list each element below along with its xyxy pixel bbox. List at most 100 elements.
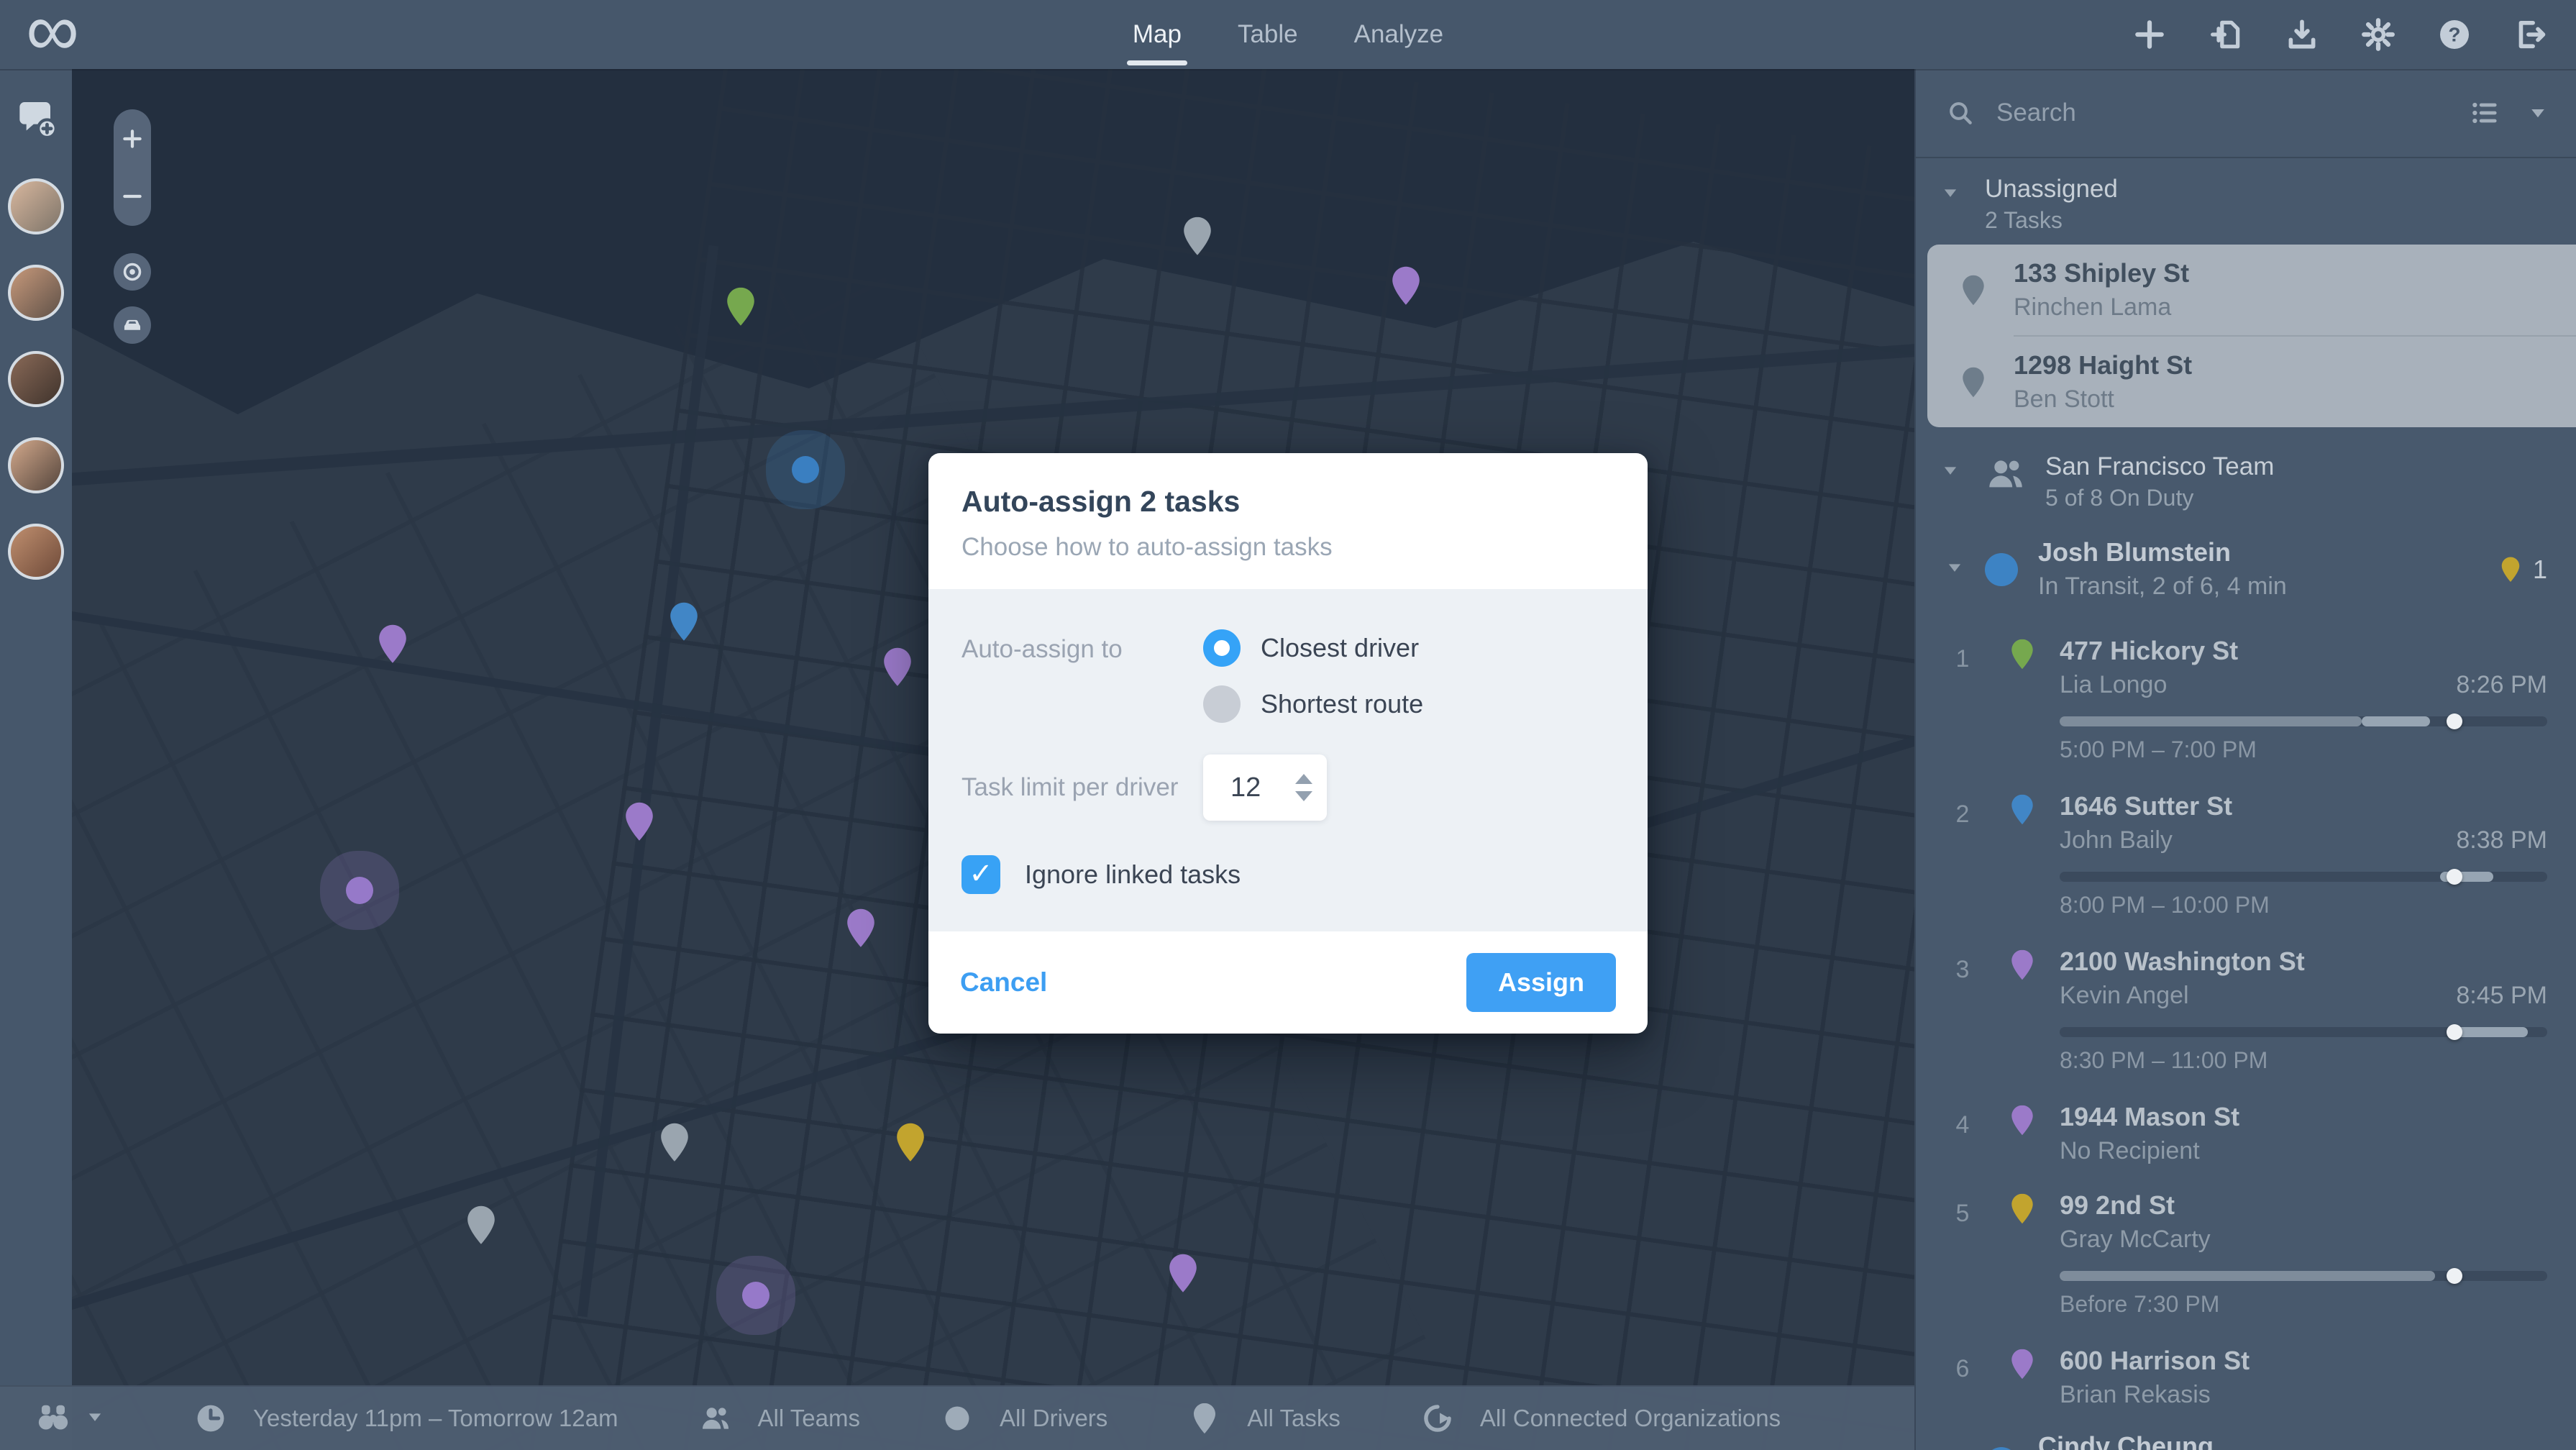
task-pin-marker[interactable] — [844, 908, 877, 949]
task-progress-bar[interactable] — [2060, 1024, 2547, 1040]
task-pin-marker[interactable] — [667, 601, 700, 642]
route-task-row[interactable]: 3 2100 Washington St Kevin Angel 8:45 PM 8:3… — [1916, 929, 2576, 1084]
driver-marker[interactable] — [791, 455, 819, 483]
list-view-controls — [2470, 97, 2549, 129]
driver-avatar[interactable] — [8, 437, 64, 493]
driver-avatar[interactable] — [8, 524, 64, 580]
filter-items: Yesterday 11pm – Tomorrow 12am All Teams A… — [194, 1402, 1781, 1435]
route-task-row[interactable]: 2 1646 Sutter St John Baily 8:38 PM 8:00 PM … — [1916, 773, 2576, 929]
driver-avatar[interactable] — [8, 265, 64, 321]
task-address: 600 Harrison St — [2060, 1346, 2250, 1375]
task-pin-marker[interactable] — [724, 286, 757, 328]
task-pin-marker[interactable] — [894, 1121, 927, 1163]
radio-selected-icon[interactable] — [1203, 629, 1241, 667]
collapse-caret-icon[interactable] — [1945, 557, 1965, 578]
import-icon[interactable] — [2208, 17, 2244, 53]
task-limit-input[interactable] — [1229, 771, 1282, 804]
view-filter-control[interactable] — [35, 1398, 105, 1439]
download-icon[interactable] — [2284, 17, 2320, 53]
sidebar-search-row — [1916, 69, 2576, 158]
zoom-in-button[interactable] — [120, 127, 145, 151]
driver-name: Cindy Cheung — [2038, 1431, 2214, 1450]
route-task-row[interactable]: 5 99 2nd St Gray McCarty Before 7:30 PM — [1916, 1172, 2576, 1328]
task-count-badge: 1 — [2500, 555, 2547, 585]
stepper-down-icon[interactable] — [1295, 791, 1312, 801]
tab-map[interactable]: Map — [1126, 0, 1188, 69]
selected-task-group[interactable]: 133 Shipley St Rinchen Lama 1298 Haight St… — [1927, 245, 2576, 427]
task-pin-marker[interactable] — [1389, 265, 1422, 307]
search-input[interactable] — [1995, 98, 2449, 128]
task-pin-marker[interactable] — [881, 647, 914, 688]
dialog-header: Auto-assign 2 tasks Choose how to auto-a… — [928, 453, 1648, 589]
driver-avatar[interactable] — [8, 351, 64, 407]
driver-marker[interactable] — [741, 1281, 769, 1309]
svg-text:?: ? — [2448, 24, 2460, 46]
collapse-caret-icon[interactable] — [1940, 460, 1960, 480]
team-header[interactable]: San Francisco Team 5 of 8 On Duty — [1916, 427, 2576, 522]
stepper-arrows[interactable] — [1295, 774, 1312, 801]
team-title: San Francisco Team — [2045, 452, 2275, 480]
group-header-unassigned[interactable]: Unassigned 2 Tasks — [1916, 158, 2576, 245]
progress-handle[interactable] — [2447, 1268, 2463, 1284]
chevron-down-icon[interactable] — [2527, 102, 2549, 124]
task-pin-marker[interactable] — [1181, 216, 1214, 257]
tab-analyze[interactable]: Analyze — [1354, 0, 1444, 69]
task-pin-marker[interactable] — [658, 1121, 691, 1163]
unassigned-task-row[interactable]: 133 Shipley St Rinchen Lama — [1927, 245, 2576, 335]
drivers-icon — [941, 1402, 974, 1435]
task-pin-marker[interactable] — [465, 1204, 498, 1246]
driver-marker[interactable] — [345, 877, 373, 905]
tab-table[interactable]: Table — [1238, 0, 1298, 69]
task-recipient: Rinchen Lama — [2014, 293, 2172, 321]
task-sequence-number: 6 — [1955, 1355, 1970, 1382]
task-pin-icon — [1960, 274, 1986, 306]
checkbox-checked-icon[interactable] — [962, 854, 1000, 894]
option-label: Shortest route — [1261, 689, 1424, 719]
filter-tasks[interactable]: All Tasks — [1188, 1402, 1340, 1435]
collapse-caret-icon[interactable] — [1940, 183, 1960, 203]
sign-out-icon[interactable] — [2513, 17, 2549, 53]
driver-avatar[interactable] — [8, 178, 64, 234]
radio-unselected-icon[interactable] — [1203, 685, 1241, 723]
filter-org[interactable]: All Connected Organizations — [1421, 1402, 1781, 1435]
progress-handle[interactable] — [2447, 1024, 2463, 1040]
assign-button[interactable]: Assign — [1466, 953, 1616, 1012]
option-closest-driver[interactable]: Closest driver — [1203, 629, 1423, 667]
route-task-row[interactable]: 6 600 Harrison St Brian Rekasis — [1916, 1328, 2576, 1416]
task-limit-label: Task limit per driver — [962, 773, 1179, 801]
cancel-button[interactable]: Cancel — [960, 967, 1047, 998]
driver-row[interactable]: Josh Blumstein In Transit, 2 of 6, 4 min 1 — [1916, 522, 2576, 618]
task-recipient: Gray McCarty — [2060, 1226, 2211, 1253]
locate-button[interactable] — [114, 253, 151, 291]
task-recipient: Kevin Angel — [2060, 982, 2189, 1009]
route-task-row[interactable]: 1 477 Hickory St Lia Longo 8:26 PM 5:00 PM –… — [1916, 618, 2576, 773]
filter-drivers[interactable]: All Drivers — [941, 1402, 1107, 1435]
task-progress-bar[interactable] — [2060, 713, 2547, 729]
option-label: Closest driver — [1261, 633, 1420, 662]
task-pin-icon — [2009, 792, 2037, 918]
progress-handle[interactable] — [2447, 713, 2463, 729]
search-icon — [1946, 99, 1975, 127]
list-view-icon[interactable] — [2470, 97, 2501, 129]
new-conversation-icon[interactable] — [13, 96, 59, 142]
task-pin-marker[interactable] — [623, 801, 656, 843]
task-limit-stepper — [1203, 754, 1327, 821]
stepper-up-icon[interactable] — [1295, 774, 1312, 784]
traffic-layer-button[interactable] — [114, 306, 151, 344]
progress-handle[interactable] — [2447, 869, 2463, 885]
zoom-out-button[interactable] — [120, 184, 145, 209]
unassigned-task-row[interactable]: 1298 Haight St Ben Stott — [1927, 337, 2576, 427]
option-shortest-route[interactable]: Shortest route — [1203, 685, 1423, 723]
task-pin-marker[interactable] — [1166, 1253, 1200, 1295]
help-icon[interactable]: ? — [2436, 17, 2472, 53]
task-progress-bar[interactable] — [2060, 1268, 2547, 1284]
add-icon[interactable] — [2132, 17, 2168, 53]
task-progress-bar[interactable] — [2060, 869, 2547, 885]
task-limit-row: Task limit per driver — [962, 754, 1614, 821]
route-task-row[interactable]: 4 1944 Mason St No Recipient — [1916, 1084, 2576, 1172]
task-pin-marker[interactable] — [376, 623, 409, 665]
driver-row[interactable]: Cindy CheungOffline, 0 of 4 — [1916, 1416, 2576, 1450]
filter-teams[interactable]: All Teams — [699, 1402, 860, 1435]
filter-clock[interactable]: Yesterday 11pm – Tomorrow 12am — [194, 1402, 618, 1435]
settings-icon[interactable] — [2360, 17, 2396, 53]
